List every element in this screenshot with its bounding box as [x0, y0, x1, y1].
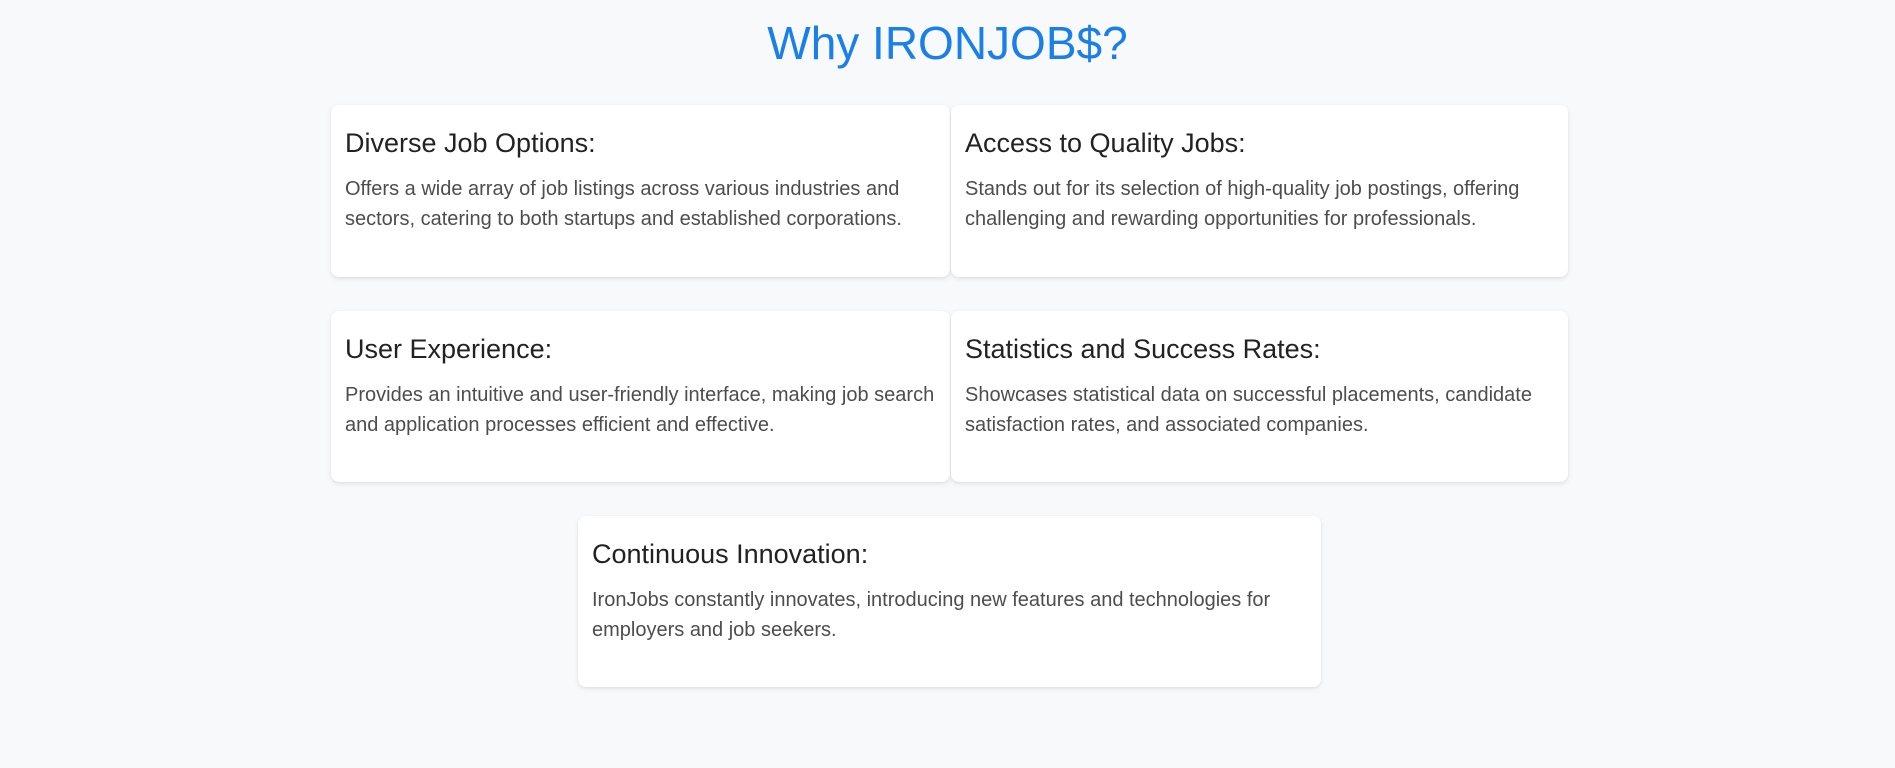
- feature-card-title: Access to Quality Jobs:: [965, 128, 1246, 158]
- feature-card-title: Diverse Job Options:: [345, 128, 596, 158]
- feature-card-description: Showcases statistical data on successful…: [965, 384, 1532, 436]
- feature-card-diverse-job-options: Diverse Job Options: Offers a wide array…: [331, 105, 950, 277]
- feature-card-title: Continuous Innovation:: [592, 539, 869, 569]
- feature-card-statistics-and-success-rates: Statistics and Success Rates: Showcases …: [951, 311, 1568, 482]
- feature-card-continuous-innovation: Continuous Innovation: IronJobs constant…: [578, 516, 1321, 687]
- feature-card-access-to-quality-jobs: Access to Quality Jobs: Stands out for i…: [951, 105, 1568, 277]
- feature-card-user-experience: User Experience: Provides an intuitive a…: [331, 311, 950, 482]
- feature-card-description: IronJobs constantly innovates, introduci…: [592, 589, 1271, 641]
- feature-card-description: Stands out for its selection of high-qua…: [965, 178, 1520, 230]
- feature-card-description: Offers a wide array of job listings acro…: [345, 178, 902, 230]
- feature-card-title: Statistics and Success Rates:: [965, 334, 1321, 364]
- feature-card-title: User Experience:: [345, 334, 553, 364]
- feature-card-description: Provides an intuitive and user-friendly …: [345, 384, 935, 436]
- page-title: Why IRONJOB$?: [767, 17, 1128, 69]
